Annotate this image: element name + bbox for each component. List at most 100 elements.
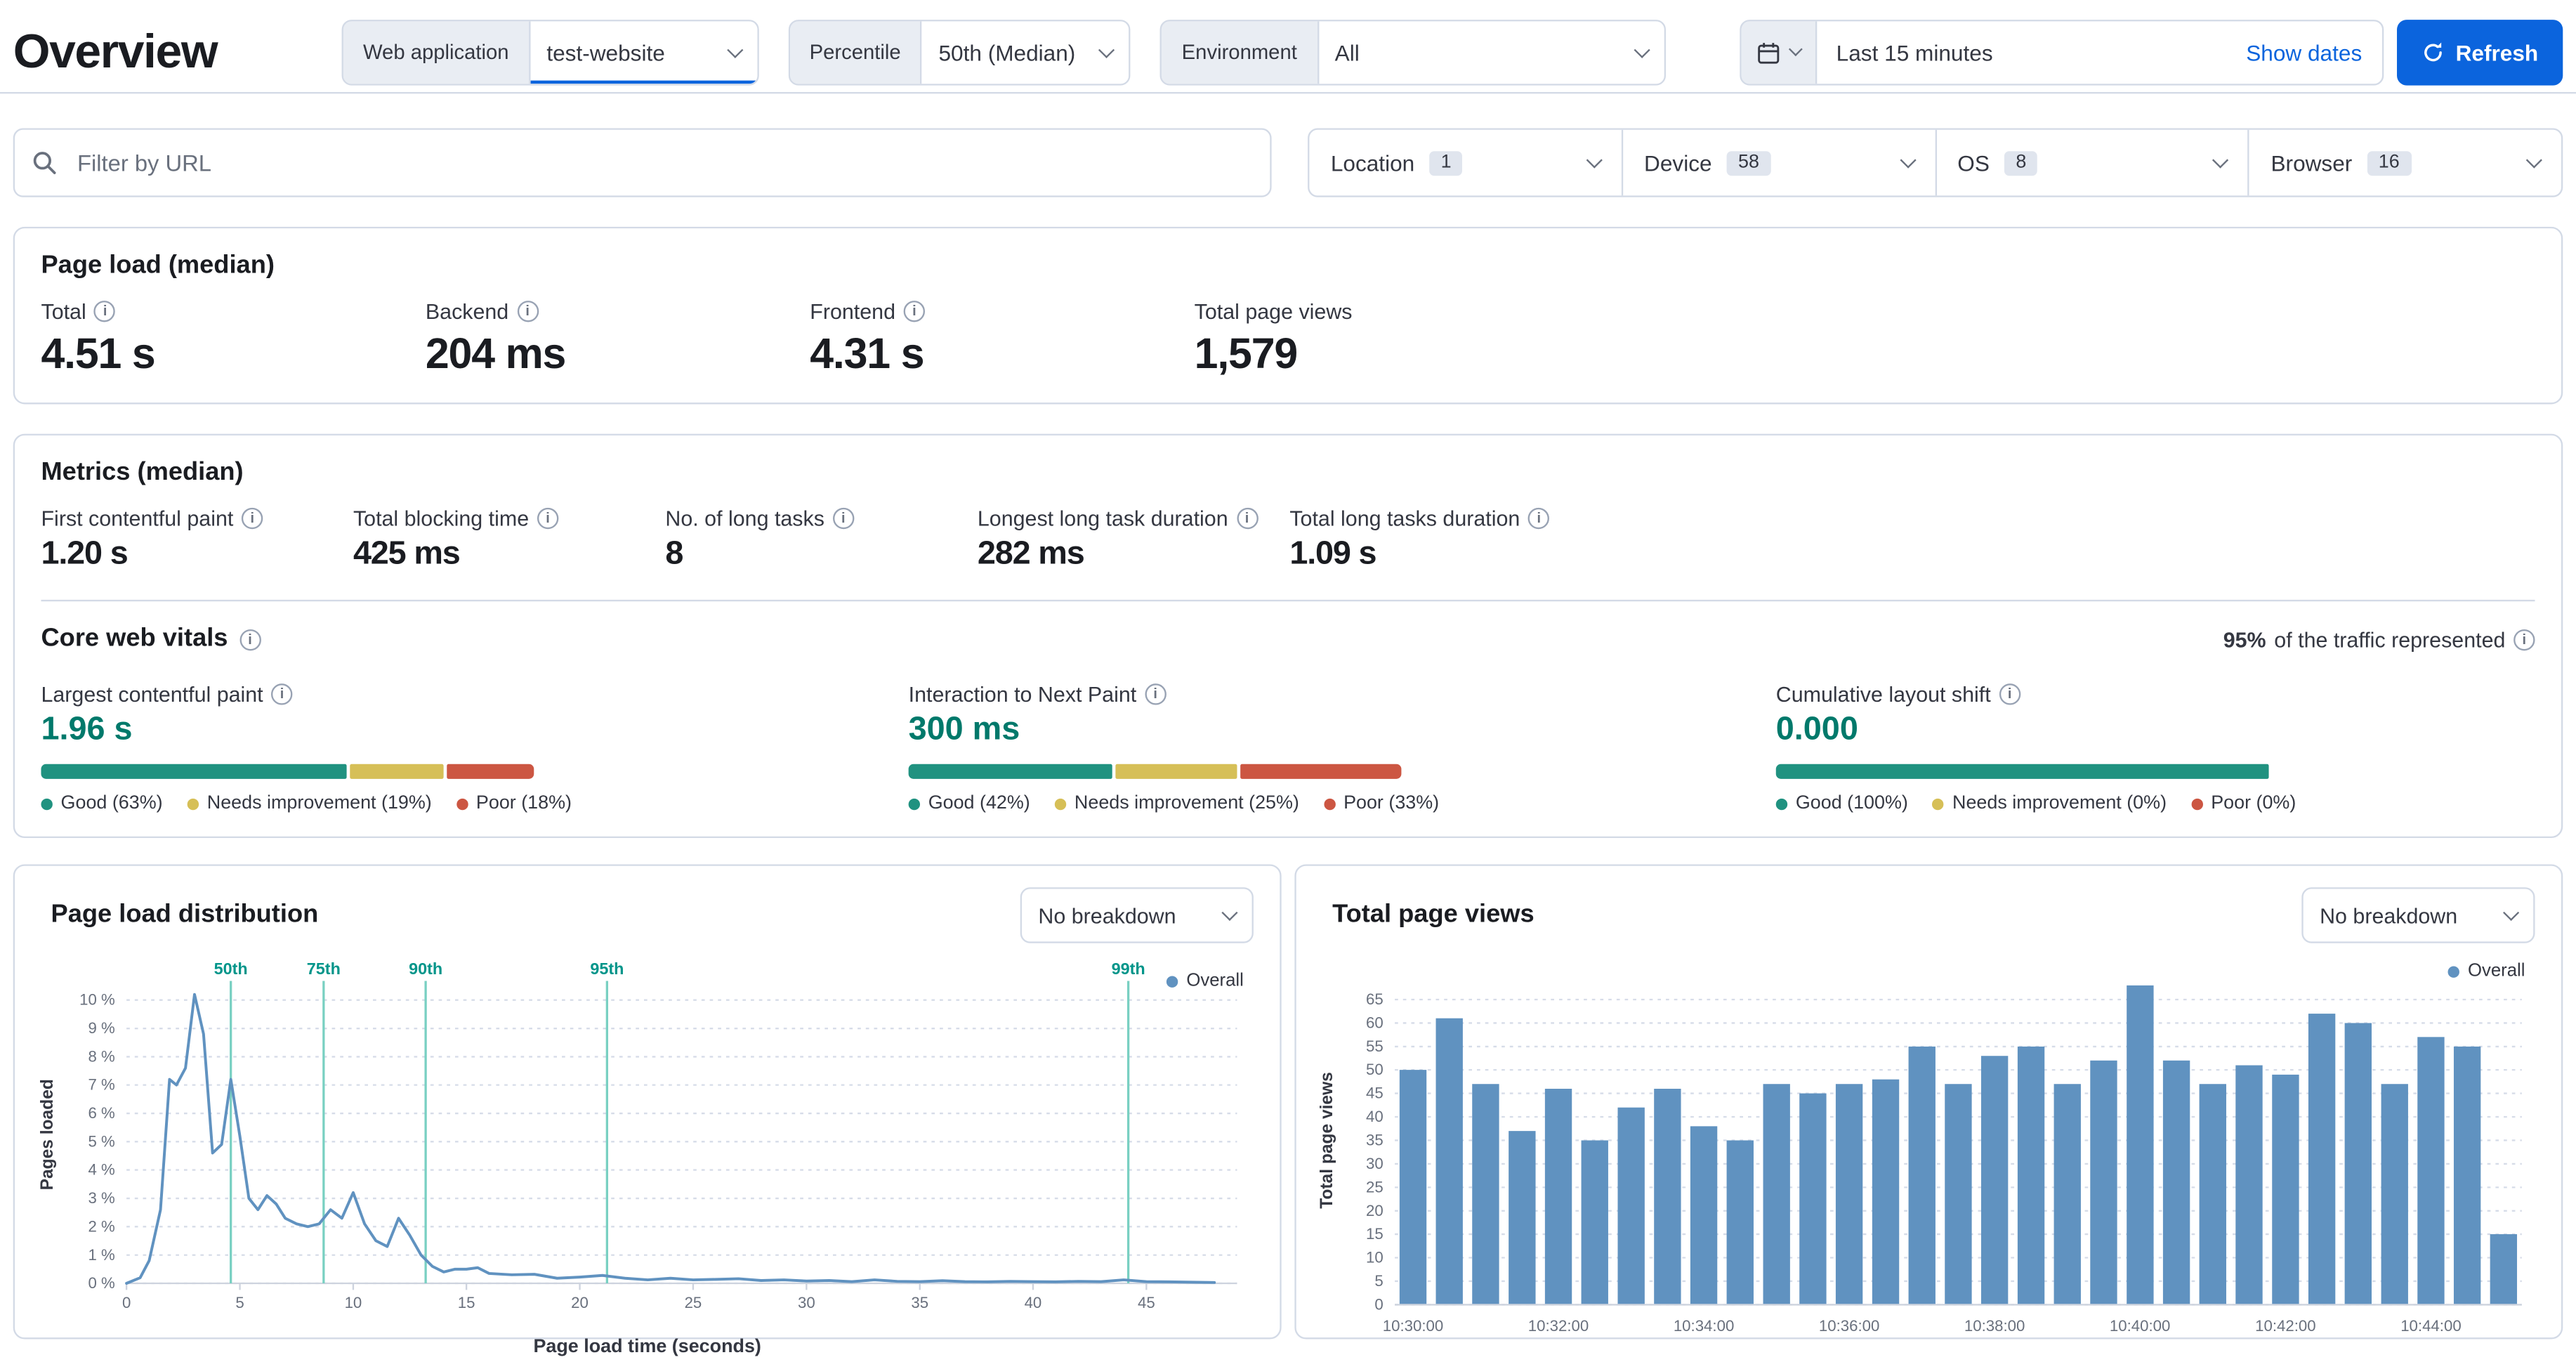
divider (41, 599, 2535, 602)
info-icon[interactable] (94, 301, 116, 322)
metrics-stats: First contentful paint 1.20 s Total bloc… (41, 506, 2535, 574)
page-load-distribution-chart: 0 % 1 % 2 % 3 % 4 % 5 % 6 % 7 % 8 % 9 % 10 % 0 5 10 15… (34, 956, 1260, 1335)
page-views-breakdown-select[interactable]: No breakdown (2301, 887, 2535, 943)
needs-improvement-dot-icon (1932, 797, 1945, 810)
svg-text:30: 30 (798, 1294, 815, 1311)
location-filter-label: Location (1330, 150, 1415, 176)
info-icon[interactable] (537, 507, 559, 530)
stat-long-tasks: No. of long tasks 8 (665, 506, 977, 574)
core-web-vitals-title: Core web vitals (41, 624, 228, 653)
show-dates-button[interactable]: Show dates (2226, 40, 2381, 65)
app-root: Overview Web application test-website Pe… (0, 0, 2576, 1357)
page-load-distribution-card: Page load distribution No breakdown Over… (13, 864, 1282, 1357)
date-picker: Last 15 minutes Show dates (1739, 20, 2384, 86)
info-icon[interactable] (1999, 683, 2020, 705)
browser-count-badge: 16 (2367, 150, 2412, 176)
svg-text:5: 5 (235, 1294, 244, 1311)
stat-fcp-value: 1.20 s (41, 535, 128, 572)
search-icon (33, 152, 56, 174)
environment-select[interactable]: All (1318, 21, 1664, 84)
svg-text:6 %: 6 % (88, 1104, 114, 1122)
page-views-legend-overall[interactable]: Overall (2447, 961, 2525, 981)
environment-label: Environment (1162, 21, 1319, 84)
web-application-value: test-website (546, 40, 665, 65)
svg-text:3 %: 3 % (88, 1189, 114, 1207)
cls-distribution-bar (1775, 764, 2269, 779)
svg-text:0: 0 (122, 1294, 131, 1311)
svg-text:10 %: 10 % (79, 991, 115, 1009)
svg-text:10:36:00: 10:36:00 (1819, 1317, 1880, 1335)
svg-text:15: 15 (1366, 1225, 1384, 1243)
percentile-label: Percentile (789, 21, 923, 84)
device-filter[interactable]: Device 58 (1621, 129, 1934, 196)
traffic-represented-note: 95% of the traffic represented (2223, 627, 2535, 652)
svg-text:55: 55 (1366, 1037, 1384, 1055)
metrics-median-card: Metrics (median) First contentful paint … (13, 433, 2563, 839)
info-icon[interactable] (271, 683, 293, 705)
core-web-vitals-header: Core web vitals 95% of the traffic repre… (41, 624, 2535, 654)
percentile-control: Percentile 50th (Median) (788, 20, 1131, 86)
svg-text:0 %: 0 % (88, 1274, 114, 1292)
refresh-button[interactable]: Refresh (2396, 20, 2563, 86)
svg-text:50th: 50th (214, 960, 248, 978)
good-dot-icon (1775, 797, 1788, 810)
url-filter-input[interactable] (13, 128, 1272, 197)
refresh-icon (2424, 42, 2442, 62)
cls-value: 0.000 (1775, 711, 1858, 748)
charts-row: Page load distribution No breakdown Over… (13, 864, 2563, 1357)
page-load-stats: Total 4.51 s Backend 204 ms Frontend 4.3… (41, 299, 2535, 380)
info-icon[interactable] (1528, 507, 1550, 530)
info-icon[interactable] (2513, 628, 2535, 650)
total-page-views-card: Total page views No breakdown Overall 0 5… (1294, 864, 2563, 1340)
stat-total-value: 4.51 s (41, 328, 155, 379)
svg-text:15: 15 (458, 1294, 475, 1311)
svg-text:8 %: 8 % (88, 1047, 114, 1065)
series-dot-icon (2447, 965, 2460, 977)
info-icon[interactable] (832, 507, 855, 530)
svg-text:2 %: 2 % (88, 1217, 114, 1235)
info-icon[interactable] (516, 301, 539, 322)
distribution-breakdown-select[interactable]: No breakdown (1020, 887, 1254, 943)
info-icon[interactable] (1236, 507, 1258, 530)
location-filter[interactable]: Location 1 (1309, 130, 1621, 196)
distribution-legend-overall[interactable]: Overall (1167, 971, 1244, 991)
stat-frontend: Frontend 4.31 s (810, 299, 1194, 380)
percentile-select[interactable]: 50th (Median) (922, 21, 1129, 84)
needs-improvement-dot-icon (187, 797, 199, 810)
browser-filter-label: Browser (2271, 150, 2353, 176)
lcp-distribution-bar (41, 764, 534, 779)
info-icon[interactable] (1144, 683, 1167, 705)
web-application-label: Web application (343, 21, 530, 84)
chevron-down-icon (726, 41, 743, 58)
calendar-dropdown-button[interactable] (1740, 21, 1817, 84)
info-icon[interactable] (903, 301, 926, 322)
vital-largest-contentful-paint: Largest contentful paint 1.96 s Good (63… (41, 682, 572, 813)
svg-text:Pages loaded: Pages loaded (38, 1079, 57, 1190)
top-toolbar: Overview Web application test-website Pe… (0, 0, 2576, 94)
svg-text:10:32:00: 10:32:00 (1528, 1317, 1589, 1335)
chevron-down-icon (1586, 151, 1603, 168)
svg-text:40: 40 (1366, 1108, 1384, 1125)
svg-text:35: 35 (1366, 1131, 1384, 1148)
page-load-median-card: Page load (median) Total 4.51 s Backend … (13, 226, 2563, 405)
time-range-button[interactable]: Last 15 minutes (1817, 40, 2227, 65)
page-load-card-title: Page load (median) (41, 251, 275, 280)
distribution-card-title: Page load distribution (51, 900, 319, 929)
needs-improvement-dot-icon (1054, 797, 1067, 810)
svg-text:10:34:00: 10:34:00 (1674, 1317, 1735, 1335)
svg-text:Total page views: Total page views (1317, 1072, 1336, 1209)
info-icon[interactable] (239, 628, 261, 650)
stat-fcp: First contentful paint 1.20 s (41, 506, 353, 574)
svg-text:90th: 90th (409, 960, 442, 978)
os-filter[interactable]: OS 8 (1934, 129, 2248, 196)
legend-needs-improvement: Needs improvement (19%) (187, 794, 432, 813)
page-views-card-title: Total page views (1332, 900, 1535, 929)
svg-text:0: 0 (1374, 1295, 1383, 1313)
vital-interaction-to-next-paint: Interaction to Next Paint 300 ms Good (4… (908, 682, 1439, 813)
web-application-select[interactable]: test-website (530, 21, 757, 84)
stat-longest-task-value: 282 ms (977, 535, 1085, 572)
chevron-down-icon (2525, 151, 2542, 168)
svg-text:5: 5 (1374, 1272, 1383, 1290)
browser-filter[interactable]: Browser 16 (2247, 129, 2561, 196)
info-icon[interactable] (242, 507, 263, 530)
